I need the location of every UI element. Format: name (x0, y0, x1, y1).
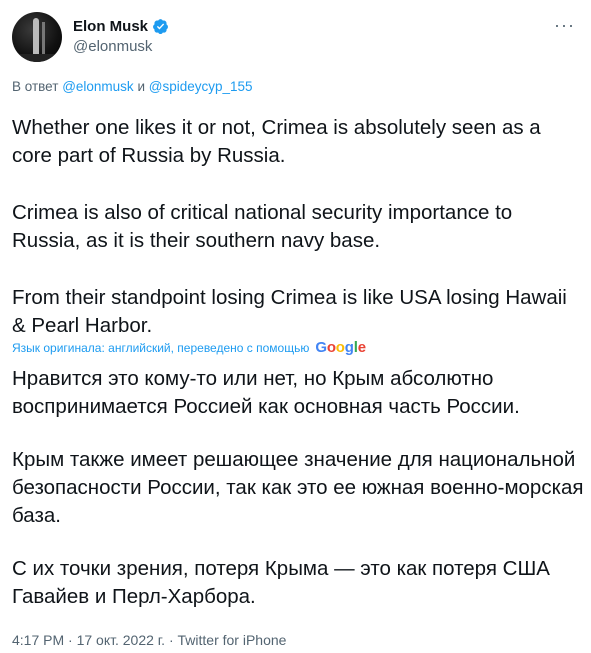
tweet-paragraph: From their standpoint losing Crimea is l… (12, 286, 567, 337)
google-logo: Google (315, 339, 366, 356)
tweet-timestamp[interactable]: 4:17 PM · 17 окт. 2022 г. · Twitter for … (12, 632, 286, 648)
translated-paragraph: Крым также имеет решающее значение для н… (12, 448, 584, 527)
author-display-name[interactable]: Elon Musk (73, 18, 148, 35)
author-name-row[interactable]: Elon Musk (73, 18, 169, 35)
reply-mention-elonmusk[interactable]: @elonmusk (62, 79, 133, 94)
reply-conjunction: и (137, 79, 145, 94)
translation-attribution[interactable]: Язык оригинала: английский, переведено с… (12, 339, 366, 356)
reply-context: В ответ @elonmusk и @spideycyp_155 (12, 79, 253, 94)
author-handle[interactable]: @elonmusk (73, 38, 169, 55)
tweet-header: Elon Musk @elonmusk ··· (12, 12, 579, 68)
avatar[interactable] (12, 12, 62, 62)
reply-prefix: В ответ (12, 79, 59, 94)
author-info[interactable]: Elon Musk @elonmusk (73, 18, 169, 55)
verified-badge-icon (153, 19, 168, 35)
tweet-paragraph: Whether one likes it or not, Crimea is a… (12, 116, 541, 167)
tweet-paragraph: Crimea is also of critical national secu… (12, 201, 513, 252)
translated-paragraph: С их точки зрения, потеря Крыма — это ка… (12, 557, 550, 608)
more-horizontal-icon[interactable]: ··· (554, 16, 575, 34)
translation-label[interactable]: Язык оригинала: английский, переведено с… (12, 341, 309, 355)
translated-paragraph: Нравится это кому-то или нет, но Крым аб… (12, 367, 520, 418)
reply-mention-spideycyp[interactable]: @spideycyp_155 (149, 79, 253, 94)
tweet-body: Whether one likes it or not, Crimea is a… (12, 114, 582, 369)
translated-body: Нравится это кому-то или нет, но Крым аб… (12, 365, 587, 636)
